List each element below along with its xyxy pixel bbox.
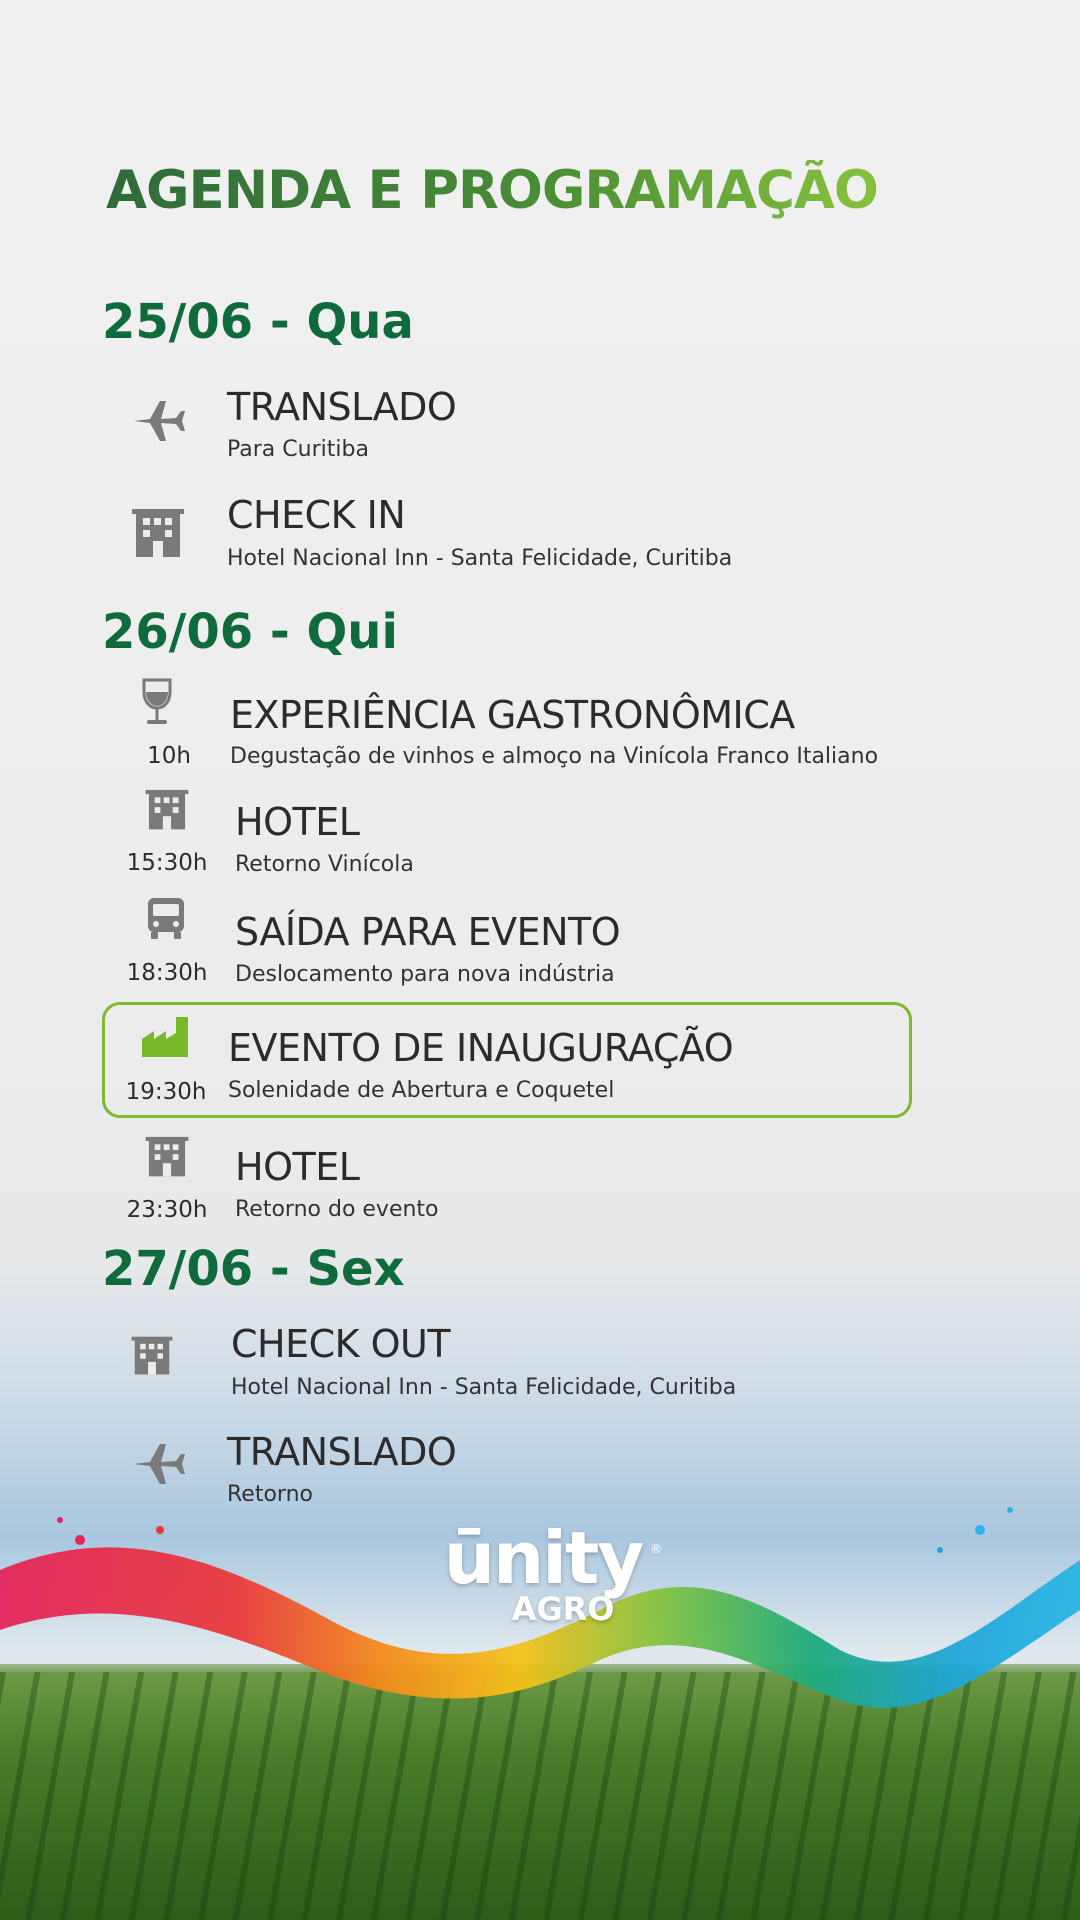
item-title: EVENTO DE INAUGURAÇÃO: [228, 1026, 734, 1070]
item-title: TRANSLADO: [227, 1430, 457, 1474]
item-subtitle: Hotel Nacional Inn - Santa Felicidade, C…: [227, 546, 733, 571]
item-subtitle: Retorno: [227, 1482, 313, 1507]
item-subtitle: Retorno do evento: [235, 1197, 439, 1222]
logo-wordmark: ūnity: [443, 1516, 645, 1600]
item-time: 10h: [147, 743, 191, 769]
item-title: HOTEL: [235, 800, 360, 844]
agenda-item: 18:30h SAÍDA PARA EVENTO Deslocamento pa…: [100, 896, 920, 996]
item-time: 18:30h: [126, 960, 208, 986]
item-title: EXPERIÊNCIA GASTRONÔMICA: [230, 693, 795, 737]
agenda-item: TRANSLADO Retorno: [100, 1428, 920, 1528]
airplane-icon: [130, 395, 186, 447]
item-title: TRANSLADO: [227, 385, 457, 429]
day-heading: 26/06 - Qui: [102, 604, 398, 660]
wine-glass-icon: [137, 678, 177, 726]
page-title: AGENDA E PROGRAMAÇÃO: [106, 160, 906, 221]
day-heading: 27/06 - Sex: [102, 1241, 405, 1297]
factory-icon: [140, 1015, 190, 1059]
agenda-item: TRANSLADO Para Curitiba: [100, 385, 920, 485]
building-icon: [130, 1332, 174, 1376]
item-title: HOTEL: [235, 1145, 360, 1189]
agenda-item: 10h EXPERIÊNCIA GASTRONÔMICA Degustação …: [100, 676, 920, 776]
item-subtitle: Retorno Vinícola: [235, 852, 414, 877]
agenda-item: CHECK IN Hotel Nacional Inn - Santa Feli…: [100, 493, 920, 593]
agenda-item: CHECK OUT Hotel Nacional Inn - Santa Fel…: [100, 1320, 920, 1420]
item-title: SAÍDA PARA EVENTO: [235, 910, 621, 954]
bus-icon: [146, 896, 186, 940]
building-icon: [130, 505, 186, 557]
agenda-item: 23:30h HOTEL Retorno do evento: [100, 1130, 920, 1230]
item-time: 19:30h: [125, 1079, 207, 1105]
item-time: 15:30h: [126, 850, 208, 876]
building-icon: [144, 786, 190, 830]
item-subtitle: Degustação de vinhos e almoço na Vinícol…: [230, 744, 879, 769]
item-title: CHECK OUT: [231, 1322, 451, 1366]
unity-agro-logo: ūnity AGRO ®: [418, 1522, 668, 1642]
building-icon: [144, 1133, 190, 1177]
registered-mark: ®: [650, 1542, 662, 1556]
agenda-item: 15:30h HOTEL Retorno Vinícola: [100, 786, 920, 886]
day-heading: 25/06 - Qua: [102, 294, 414, 350]
item-subtitle: Deslocamento para nova indústria: [235, 962, 615, 987]
item-time: 23:30h: [126, 1197, 208, 1223]
item-subtitle: Solenidade de Abertura e Coquetel: [228, 1078, 615, 1103]
item-subtitle: Para Curitiba: [227, 437, 369, 462]
item-subtitle: Hotel Nacional Inn - Santa Felicidade, C…: [231, 1375, 737, 1400]
airplane-icon: [130, 1438, 186, 1490]
item-title: CHECK IN: [227, 493, 406, 537]
agenda-item-highlighted: 19:30h EVENTO DE INAUGURAÇÃO Solenidade …: [100, 1012, 920, 1112]
